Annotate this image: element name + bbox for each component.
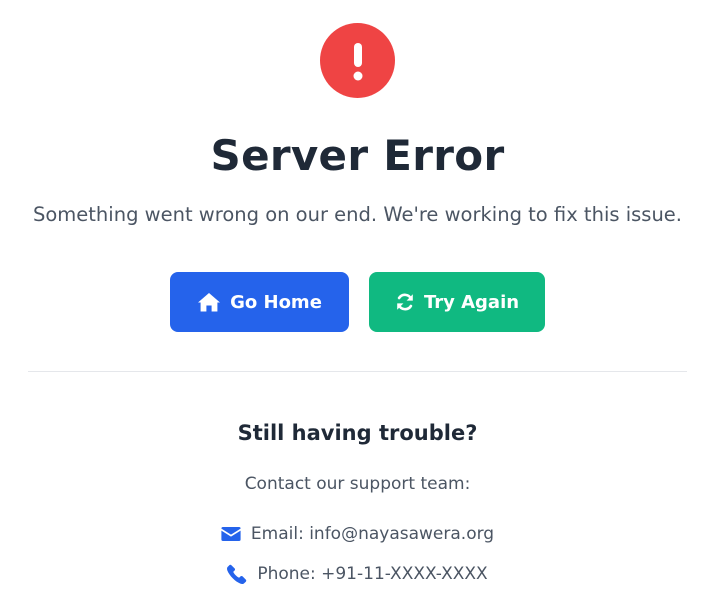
help-heading: Still having trouble? — [237, 421, 478, 445]
help-subheading: Contact our support team: — [244, 474, 471, 494]
go-home-label: Go Home — [230, 291, 322, 313]
section-divider — [28, 371, 687, 372]
email-text[interactable]: Email: info@nayasawera.org — [251, 522, 494, 546]
try-again-button[interactable]: Try Again — [369, 272, 545, 332]
error-message: Something went wrong on our end. We're w… — [32, 203, 683, 226]
phone-text[interactable]: Phone: +91-11-XXXX-XXXX — [257, 562, 487, 586]
refresh-icon — [395, 292, 415, 312]
go-home-button[interactable]: Go Home — [170, 272, 349, 332]
phone-icon — [227, 564, 247, 584]
contact-email: Email: info@nayasawera.org — [0, 522, 709, 546]
page-title: Server Error — [210, 131, 505, 180]
home-icon — [197, 292, 221, 312]
contact-phone: Phone: +91-11-XXXX-XXXX — [0, 562, 709, 586]
envelope-icon — [221, 526, 241, 542]
error-page: Server Error Something went wrong on our… — [0, 0, 709, 609]
exclamation-icon — [320, 23, 395, 98]
try-again-label: Try Again — [423, 291, 520, 313]
